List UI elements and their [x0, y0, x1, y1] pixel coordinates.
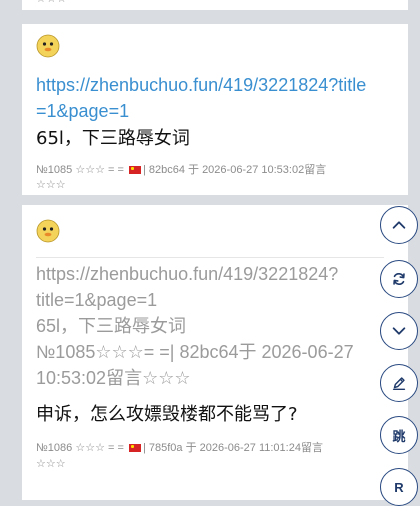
jump-button[interactable]: 跳 — [380, 416, 418, 454]
post-rating-stars[interactable]: ☆☆☆ = = — [75, 164, 124, 176]
refresh-button[interactable] — [380, 260, 418, 298]
compose-button[interactable] — [380, 364, 418, 402]
pencil-icon — [392, 377, 406, 391]
post-card: https://zhenbuchuo.fun/419/3221824?title… — [22, 24, 408, 195]
refresh-icon — [393, 273, 405, 285]
jump-label: 跳 — [392, 428, 406, 444]
post-rating-stars[interactable]: ☆☆☆ = = — [75, 442, 124, 454]
r-label: R — [394, 479, 404, 495]
duck-avatar-icon — [36, 219, 60, 243]
post-author-time: | 82bc64 于 2026-06-27 10:53:02留言 — [142, 164, 327, 176]
post-author-time: | 785f0a 于 2026-06-27 11:01:24留言 — [142, 442, 323, 454]
quote-divider — [36, 257, 384, 258]
chevron-up-icon — [392, 221, 406, 229]
r-button[interactable]: R — [380, 468, 418, 506]
china-flag-icon — [128, 444, 141, 452]
quote-line: title=1&page=1 — [36, 290, 158, 310]
scroll-up-button[interactable] — [380, 206, 418, 244]
duck-avatar-icon — [36, 34, 60, 58]
quote-line: 10:53:02留言☆☆☆ — [36, 368, 191, 388]
post-meta: №1085 ☆☆☆ = = | 82bc64 于 2026-06-27 10:5… — [36, 163, 376, 178]
post-card: https://zhenbuchuo.fun/419/3221824? titl… — [22, 205, 408, 500]
quoted-post: https://zhenbuchuo.fun/419/3221824? titl… — [36, 261, 376, 391]
quote-line: №1085☆☆☆= =| 82bc64于 2026-06-27 — [36, 342, 354, 362]
post-meta-stars[interactable]: ☆☆☆ — [36, 457, 376, 472]
post-card-previous: ☆☆☆ — [22, 0, 408, 10]
post-link[interactable]: https://zhenbuchuo.fun/419/3221824?title… — [36, 72, 376, 124]
quote-line: 65l，下三路辱女词 — [36, 316, 187, 336]
chevron-down-icon — [392, 327, 406, 335]
post-message: 65l，下三路辱女词 — [36, 128, 190, 149]
post-message: 申诉，怎么攻嫖毁楼都不能骂了? — [36, 404, 298, 425]
post-number[interactable]: №1086 — [36, 442, 72, 454]
post-meta: №1086 ☆☆☆ = = | 785f0a 于 2026-06-27 11:0… — [36, 441, 376, 456]
quote-line: https://zhenbuchuo.fun/419/3221824? — [36, 264, 339, 284]
previous-post-stars: ☆☆☆ — [36, 0, 67, 5]
post-meta-stars[interactable]: ☆☆☆ — [36, 178, 376, 193]
post-number[interactable]: №1085 — [36, 164, 72, 176]
china-flag-icon — [128, 166, 141, 174]
scroll-down-button[interactable] — [380, 312, 418, 350]
